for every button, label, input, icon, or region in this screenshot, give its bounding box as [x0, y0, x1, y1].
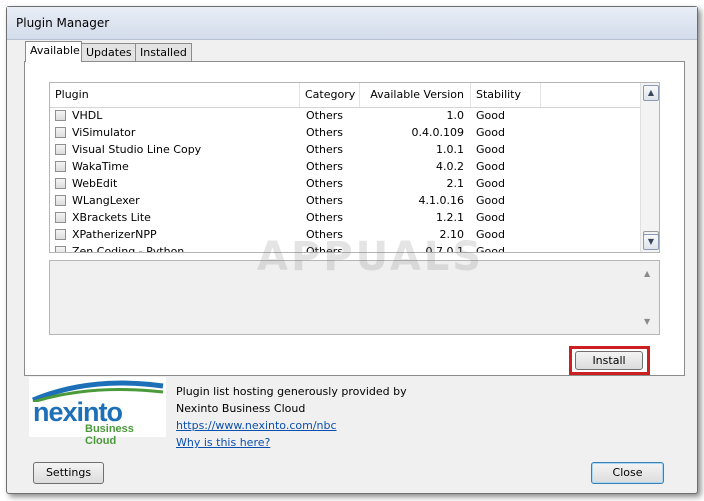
plugin-version: 1.2.1	[436, 211, 464, 224]
plugin-name: WLangLexer	[72, 194, 140, 207]
plugin-category: Others	[306, 211, 343, 224]
nexinto-link[interactable]: https://www.nexinto.com/nbc	[176, 417, 407, 434]
tab-updates[interactable]: Updates	[81, 43, 137, 61]
plugin-version: 1.0	[446, 109, 465, 122]
title-bar[interactable]: Plugin Manager	[7, 7, 697, 40]
install-button[interactable]: Install	[575, 351, 643, 370]
install-highlight: Install	[569, 346, 650, 375]
row-checkbox[interactable]	[55, 161, 66, 172]
column-header-plugin[interactable]: Plugin	[50, 83, 300, 107]
table-row[interactable]: VHDL Others 1.0 Good	[50, 108, 640, 125]
plugin-stability: Good	[476, 143, 505, 156]
plugin-stability: Good	[476, 194, 505, 207]
plugin-version: 0.4.0.109	[411, 126, 464, 139]
plugin-stability: Good	[476, 126, 505, 139]
table-row[interactable]: Visual Studio Line Copy Others 1.0.1 Goo…	[50, 142, 640, 159]
settings-button[interactable]: Settings	[33, 462, 104, 484]
plugin-description-box[interactable]: ▲ ▼	[49, 260, 660, 335]
table-row[interactable]: XBrackets Lite Others 1.2.1 Good	[50, 210, 640, 227]
tab-available[interactable]: Available	[25, 41, 82, 62]
plugin-name: XBrackets Lite	[72, 211, 151, 224]
list-header: Plugin Category Available Version Stabil…	[50, 83, 659, 108]
table-row[interactable]: ViSimulator Others 0.4.0.109 Good	[50, 125, 640, 142]
table-row[interactable]: WLangLexer Others 4.1.0.16 Good	[50, 193, 640, 210]
plugin-version: 0.7.0.1	[425, 245, 464, 253]
plugin-list[interactable]: Plugin Category Available Version Stabil…	[49, 82, 660, 253]
plugin-name: Zen Coding - Python	[72, 245, 185, 253]
arrow-down-icon[interactable]: ▼	[644, 317, 650, 326]
hosting-credit: Plugin list hosting generously provided …	[176, 383, 407, 451]
nexinto-logo: nexinto Business Cloud	[29, 377, 166, 447]
why-is-this-here-link[interactable]: Why is this here?	[176, 434, 407, 451]
plugin-name: ViSimulator	[72, 126, 136, 139]
plugin-category: Others	[306, 228, 343, 241]
plugin-category: Others	[306, 177, 343, 190]
credit-line-2: Nexinto Business Cloud	[176, 402, 306, 415]
plugin-stability: Good	[476, 109, 505, 122]
column-header-stability[interactable]: Stability	[471, 83, 541, 107]
plugin-name: WebEdit	[72, 177, 118, 190]
plugin-stability: Good	[476, 245, 505, 253]
plugin-name: Visual Studio Line Copy	[72, 143, 202, 156]
column-header-category[interactable]: Category	[300, 83, 360, 107]
logo-tagline: Business Cloud	[85, 423, 134, 447]
row-checkbox[interactable]	[55, 127, 66, 138]
plugin-category: Others	[306, 109, 343, 122]
table-row[interactable]: WebEdit Others 2.1 Good	[50, 176, 640, 193]
plugin-version: 2.1	[446, 177, 465, 190]
available-panel: Plugin Category Available Version Stabil…	[24, 61, 685, 376]
plugin-category: Others	[306, 126, 343, 139]
table-row[interactable]: XPatherizerNPP Others 2.10 Good	[50, 227, 640, 244]
arrow-up-icon[interactable]: ▲	[643, 85, 659, 101]
row-checkbox[interactable]	[55, 212, 66, 223]
plugin-version: 4.0.2	[436, 160, 464, 173]
table-row[interactable]: WakaTime Others 4.0.2 Good	[50, 159, 640, 176]
plugin-category: Others	[306, 245, 343, 253]
table-row[interactable]: Zen Coding - Python Others 0.7.0.1 Good	[50, 244, 640, 253]
plugin-category: Others	[306, 194, 343, 207]
plugin-manager-window: Plugin Manager Available Updates Install…	[6, 6, 698, 494]
row-checkbox[interactable]	[55, 229, 66, 240]
row-checkbox[interactable]	[55, 178, 66, 189]
plugin-version: 1.0.1	[436, 143, 464, 156]
plugin-category: Others	[306, 143, 343, 156]
plugin-name: VHDL	[72, 109, 103, 122]
plugin-stability: Good	[476, 228, 505, 241]
arrow-up-icon[interactable]: ▲	[644, 269, 650, 278]
list-scrollbar[interactable]: ▲ ▼	[640, 83, 659, 252]
row-checkbox[interactable]	[55, 195, 66, 206]
column-header-version[interactable]: Available Version	[360, 83, 471, 107]
arrow-down-icon[interactable]: ▼	[643, 234, 659, 250]
plugin-stability: Good	[476, 160, 505, 173]
plugin-version: 2.10	[439, 228, 465, 241]
tab-installed[interactable]: Installed	[135, 43, 192, 61]
row-checkbox[interactable]	[55, 246, 66, 252]
close-button[interactable]: Close	[591, 462, 664, 484]
credit-line-1: Plugin list hosting generously provided …	[176, 385, 407, 398]
plugin-rows: VHDL Others 1.0 Good ViSimulator Others …	[50, 108, 640, 253]
plugin-name: XPatherizerNPP	[72, 228, 157, 241]
plugin-category: Others	[306, 160, 343, 173]
row-checkbox[interactable]	[55, 144, 66, 155]
plugin-stability: Good	[476, 211, 505, 224]
window-title: Plugin Manager	[16, 16, 110, 30]
plugin-version: 4.1.0.16	[418, 194, 464, 207]
plugin-name: WakaTime	[72, 160, 129, 173]
plugin-stability: Good	[476, 177, 505, 190]
row-checkbox[interactable]	[55, 110, 66, 121]
